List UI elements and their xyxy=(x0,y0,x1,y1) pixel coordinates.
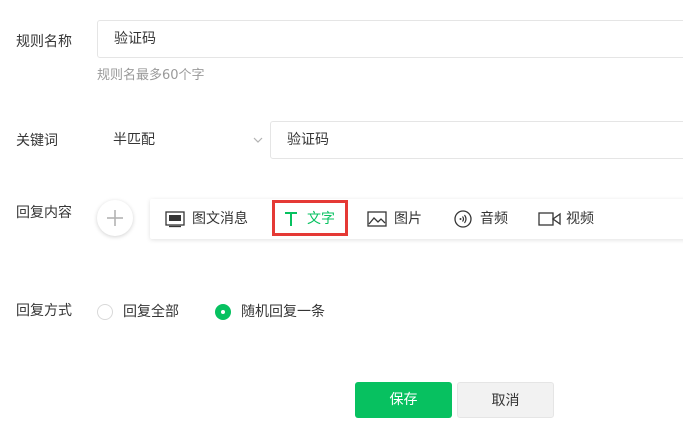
tool-video[interactable]: 视频 xyxy=(538,199,608,239)
chevron-down-icon xyxy=(253,137,263,143)
reply-content-label: 回复内容 xyxy=(16,205,72,221)
keyword-input[interactable]: 验证码 xyxy=(270,121,683,159)
match-mode-value: 半匹配 xyxy=(113,132,155,148)
image-icon xyxy=(367,211,387,227)
reply-mode-label: 回复方式 xyxy=(16,303,72,319)
tool-text[interactable]: 文字 xyxy=(283,199,343,239)
reply-random-label[interactable]: 随机回复一条 xyxy=(241,302,325,322)
text-icon xyxy=(285,212,297,226)
rule-name-label: 规则名称 xyxy=(16,34,72,50)
rule-name-hint: 规则名最多60个字 xyxy=(97,68,205,83)
news-icon xyxy=(165,211,185,228)
plus-icon xyxy=(107,210,123,226)
audio-icon xyxy=(454,210,472,228)
tool-news[interactable]: 图文消息 xyxy=(165,199,255,239)
add-reply-button[interactable] xyxy=(97,200,133,236)
reply-type-toolbar: 图文消息 文字 图片 音频 视频 xyxy=(150,199,683,239)
rule-form-page: 规则名称 验证码 规则名最多60个字 关键词 半匹配 验证码 回复内容 图文消息 xyxy=(0,0,683,435)
cancel-button[interactable]: 取消 xyxy=(457,382,554,418)
tool-image[interactable]: 图片 xyxy=(367,199,427,239)
tool-audio[interactable]: 音频 xyxy=(454,199,514,239)
save-button[interactable]: 保存 xyxy=(355,382,452,418)
rule-name-input[interactable]: 验证码 xyxy=(97,20,683,58)
reply-random-radio[interactable] xyxy=(215,304,231,320)
video-icon xyxy=(538,212,561,226)
reply-all-label[interactable]: 回复全部 xyxy=(123,302,179,322)
reply-all-radio[interactable] xyxy=(97,304,113,320)
match-mode-select[interactable]: 半匹配 xyxy=(97,121,271,159)
keyword-label: 关键词 xyxy=(16,133,58,149)
